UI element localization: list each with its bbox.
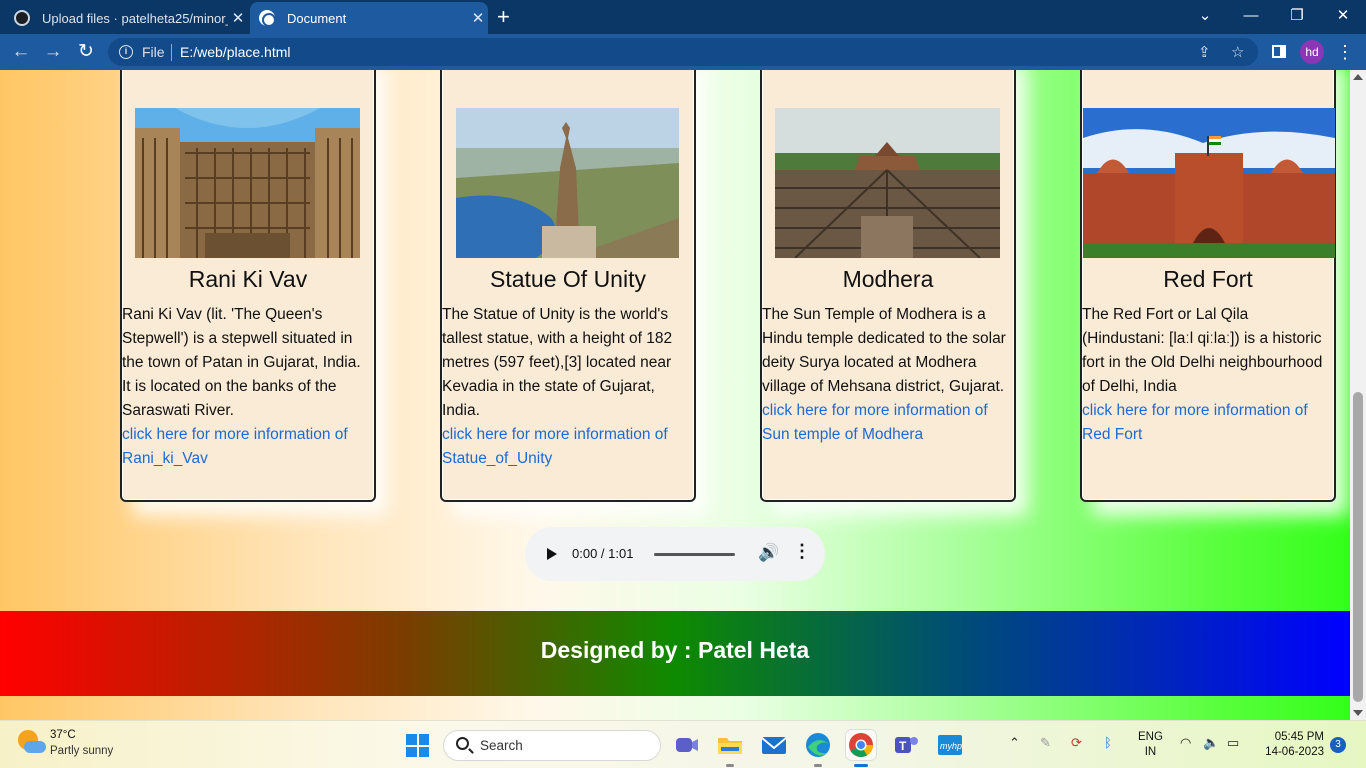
tab-strip: Upload files · patelheta25/minor_ ✕ Docu… [0,0,1366,34]
volume-icon[interactable]: 🔊 [758,543,779,563]
card-description: The Red Fort or Lal Qila (Hindustani: [l… [1082,303,1332,447]
more-info-link[interactable]: click here for more information of Rani_… [122,426,348,467]
clock-date: 14-06-2023 [1265,746,1324,758]
close-window-button[interactable]: ✕ [1320,3,1366,29]
scroll-down-icon[interactable] [1353,710,1363,716]
tab-close-button[interactable]: ✕ [468,9,488,27]
notification-badge[interactable]: 3 [1330,737,1346,753]
back-button[interactable]: ← [8,39,34,65]
share-icon[interactable]: ⇪ [1198,43,1211,61]
page-viewport: Rani Ki Vav Rani Ki Vav (lit. 'The Queen… [0,70,1350,720]
restore-button[interactable]: ❐ [1274,3,1320,29]
card-title: Red Fort [1163,266,1253,292]
language-code: ENG [1138,731,1163,743]
myhp-icon[interactable]: myhp [935,730,965,760]
battery-icon[interactable]: ▭ [1227,735,1239,751]
more-info-link[interactable]: click here for more information of Statu… [442,426,668,467]
play-icon[interactable] [547,548,557,560]
toolbar: ← → ↻ i File E:/web/place.html ⇪ ☆ hd ⋮ [0,34,1366,70]
edge-icon[interactable] [803,730,833,767]
side-panel-icon[interactable] [1272,45,1286,58]
avatar[interactable]: hd [1300,40,1324,64]
menu-icon[interactable]: ⋮ [1336,39,1354,65]
place-card-modhera: Modhera The Sun Temple of Modhera is a H… [760,70,1016,502]
card-description-text: The Sun Temple of Modhera is a Hindu tem… [762,306,1006,395]
page-footer: Designed by : Patel Heta [0,611,1350,696]
address-bar[interactable]: i File E:/web/place.html ⇪ ☆ [108,38,1258,66]
more-options-icon[interactable]: ⋮ [793,541,811,562]
card-description-text: The Red Fort or Lal Qila (Hindustani: [l… [1082,306,1323,395]
more-info-link[interactable]: click here for more information of Sun t… [762,402,988,443]
show-hidden-icons-icon[interactable]: ⌃ [1009,735,1020,751]
card-title: Modhera [842,266,934,292]
github-icon [14,10,30,26]
chrome-icon[interactable] [846,730,876,767]
forward-button[interactable]: → [40,39,66,65]
place-card-rani-ki-vav: Rani Ki Vav Rani Ki Vav (lit. 'The Queen… [120,70,376,502]
reload-button[interactable]: ↻ [73,39,99,65]
card-description-text: The Statue of Unity is the world's talle… [442,306,673,419]
weather-desc[interactable]: Partly sunny [50,745,113,757]
more-info-link[interactable]: click here for more information of Red F… [1082,402,1308,443]
card-description: The Sun Temple of Modhera is a Hindu tem… [762,303,1012,447]
sync-icon[interactable]: ⟳ [1071,735,1082,751]
search-icon [456,737,469,750]
card-title: Rani Ki Vav [188,266,308,292]
taskbar: 37°C Partly sunny Search T myhp ⌃ ✎ ⟳ ᛒ … [0,720,1366,768]
taskbar-search[interactable]: Search [443,730,661,761]
card-description: The Statue of Unity is the world's talle… [442,303,692,471]
svg-text:T: T [899,739,907,753]
tab-document[interactable]: Document ✕ [250,2,488,34]
bluetooth-icon[interactable]: ᛒ [1104,735,1112,750]
weather-temp[interactable]: 37°C [50,729,76,741]
wifi-icon[interactable]: ◠ [1180,735,1191,751]
footer-credit: Designed by : Patel Heta [540,637,810,663]
tab-search-button[interactable]: ⌄ [1182,3,1228,29]
modhera-image [775,108,1000,258]
scroll-thumb[interactable] [1353,392,1363,702]
statue-of-unity-image [456,108,679,258]
tab-github-upload[interactable]: Upload files · patelheta25/minor_ ✕ [14,2,248,34]
place-card-red-fort: Red Fort The Red Fort or Lal Qila (Hindu… [1080,70,1336,502]
language-indicator[interactable]: ENG IN [1138,730,1163,760]
teams-icon[interactable]: T [891,730,921,760]
card-description: Rani Ki Vav (lit. 'The Queen's Stepwell'… [122,303,372,471]
audio-time: 0:00 / 1:01 [572,546,634,561]
tab-title: Upload files · patelheta25/minor_ [42,10,228,26]
minimize-button[interactable]: — [1228,3,1274,29]
star-icon[interactable]: ☆ [1231,43,1244,61]
info-icon[interactable]: i [119,45,133,59]
audio-seek-bar[interactable] [654,553,735,556]
page-scrollbar[interactable] [1350,70,1366,720]
mail-icon[interactable] [759,730,789,760]
red-fort-image [1083,108,1335,258]
scheme-label: File [142,44,165,60]
clock-time: 05:45 PM [1274,731,1324,743]
region-code: IN [1144,746,1157,758]
place-card-statue-of-unity: Statue Of Unity The Statue of Unity is t… [440,70,696,502]
clock[interactable]: 05:45 PM 14-06-2023 [1258,730,1324,760]
weather-icon[interactable] [18,730,46,758]
card-description-text: Rani Ki Vav (lit. 'The Queen's Stepwell'… [122,306,361,419]
globe-icon [259,10,276,27]
volume-icon[interactable]: 🔈 [1203,735,1219,751]
start-button[interactable] [406,734,429,757]
scroll-up-icon[interactable] [1353,74,1363,80]
audio-player: 0:00 / 1:01 🔊 ⋮ [525,527,825,581]
card-title: Statue Of Unity [490,266,646,292]
search-label: Search [480,738,523,753]
tab-title: Document [287,10,347,26]
url-text[interactable]: E:/web/place.html [180,44,291,60]
divider [171,44,172,61]
pen-menu-icon[interactable]: ✎ [1040,735,1051,751]
file-explorer-icon[interactable] [715,730,745,767]
new-tab-button[interactable]: + [497,4,510,30]
tab-close-button[interactable]: ✕ [228,9,248,27]
svg-text:myhp: myhp [940,741,962,751]
rani-ki-vav-image [135,108,360,258]
teams-meet-icon[interactable] [671,730,701,760]
